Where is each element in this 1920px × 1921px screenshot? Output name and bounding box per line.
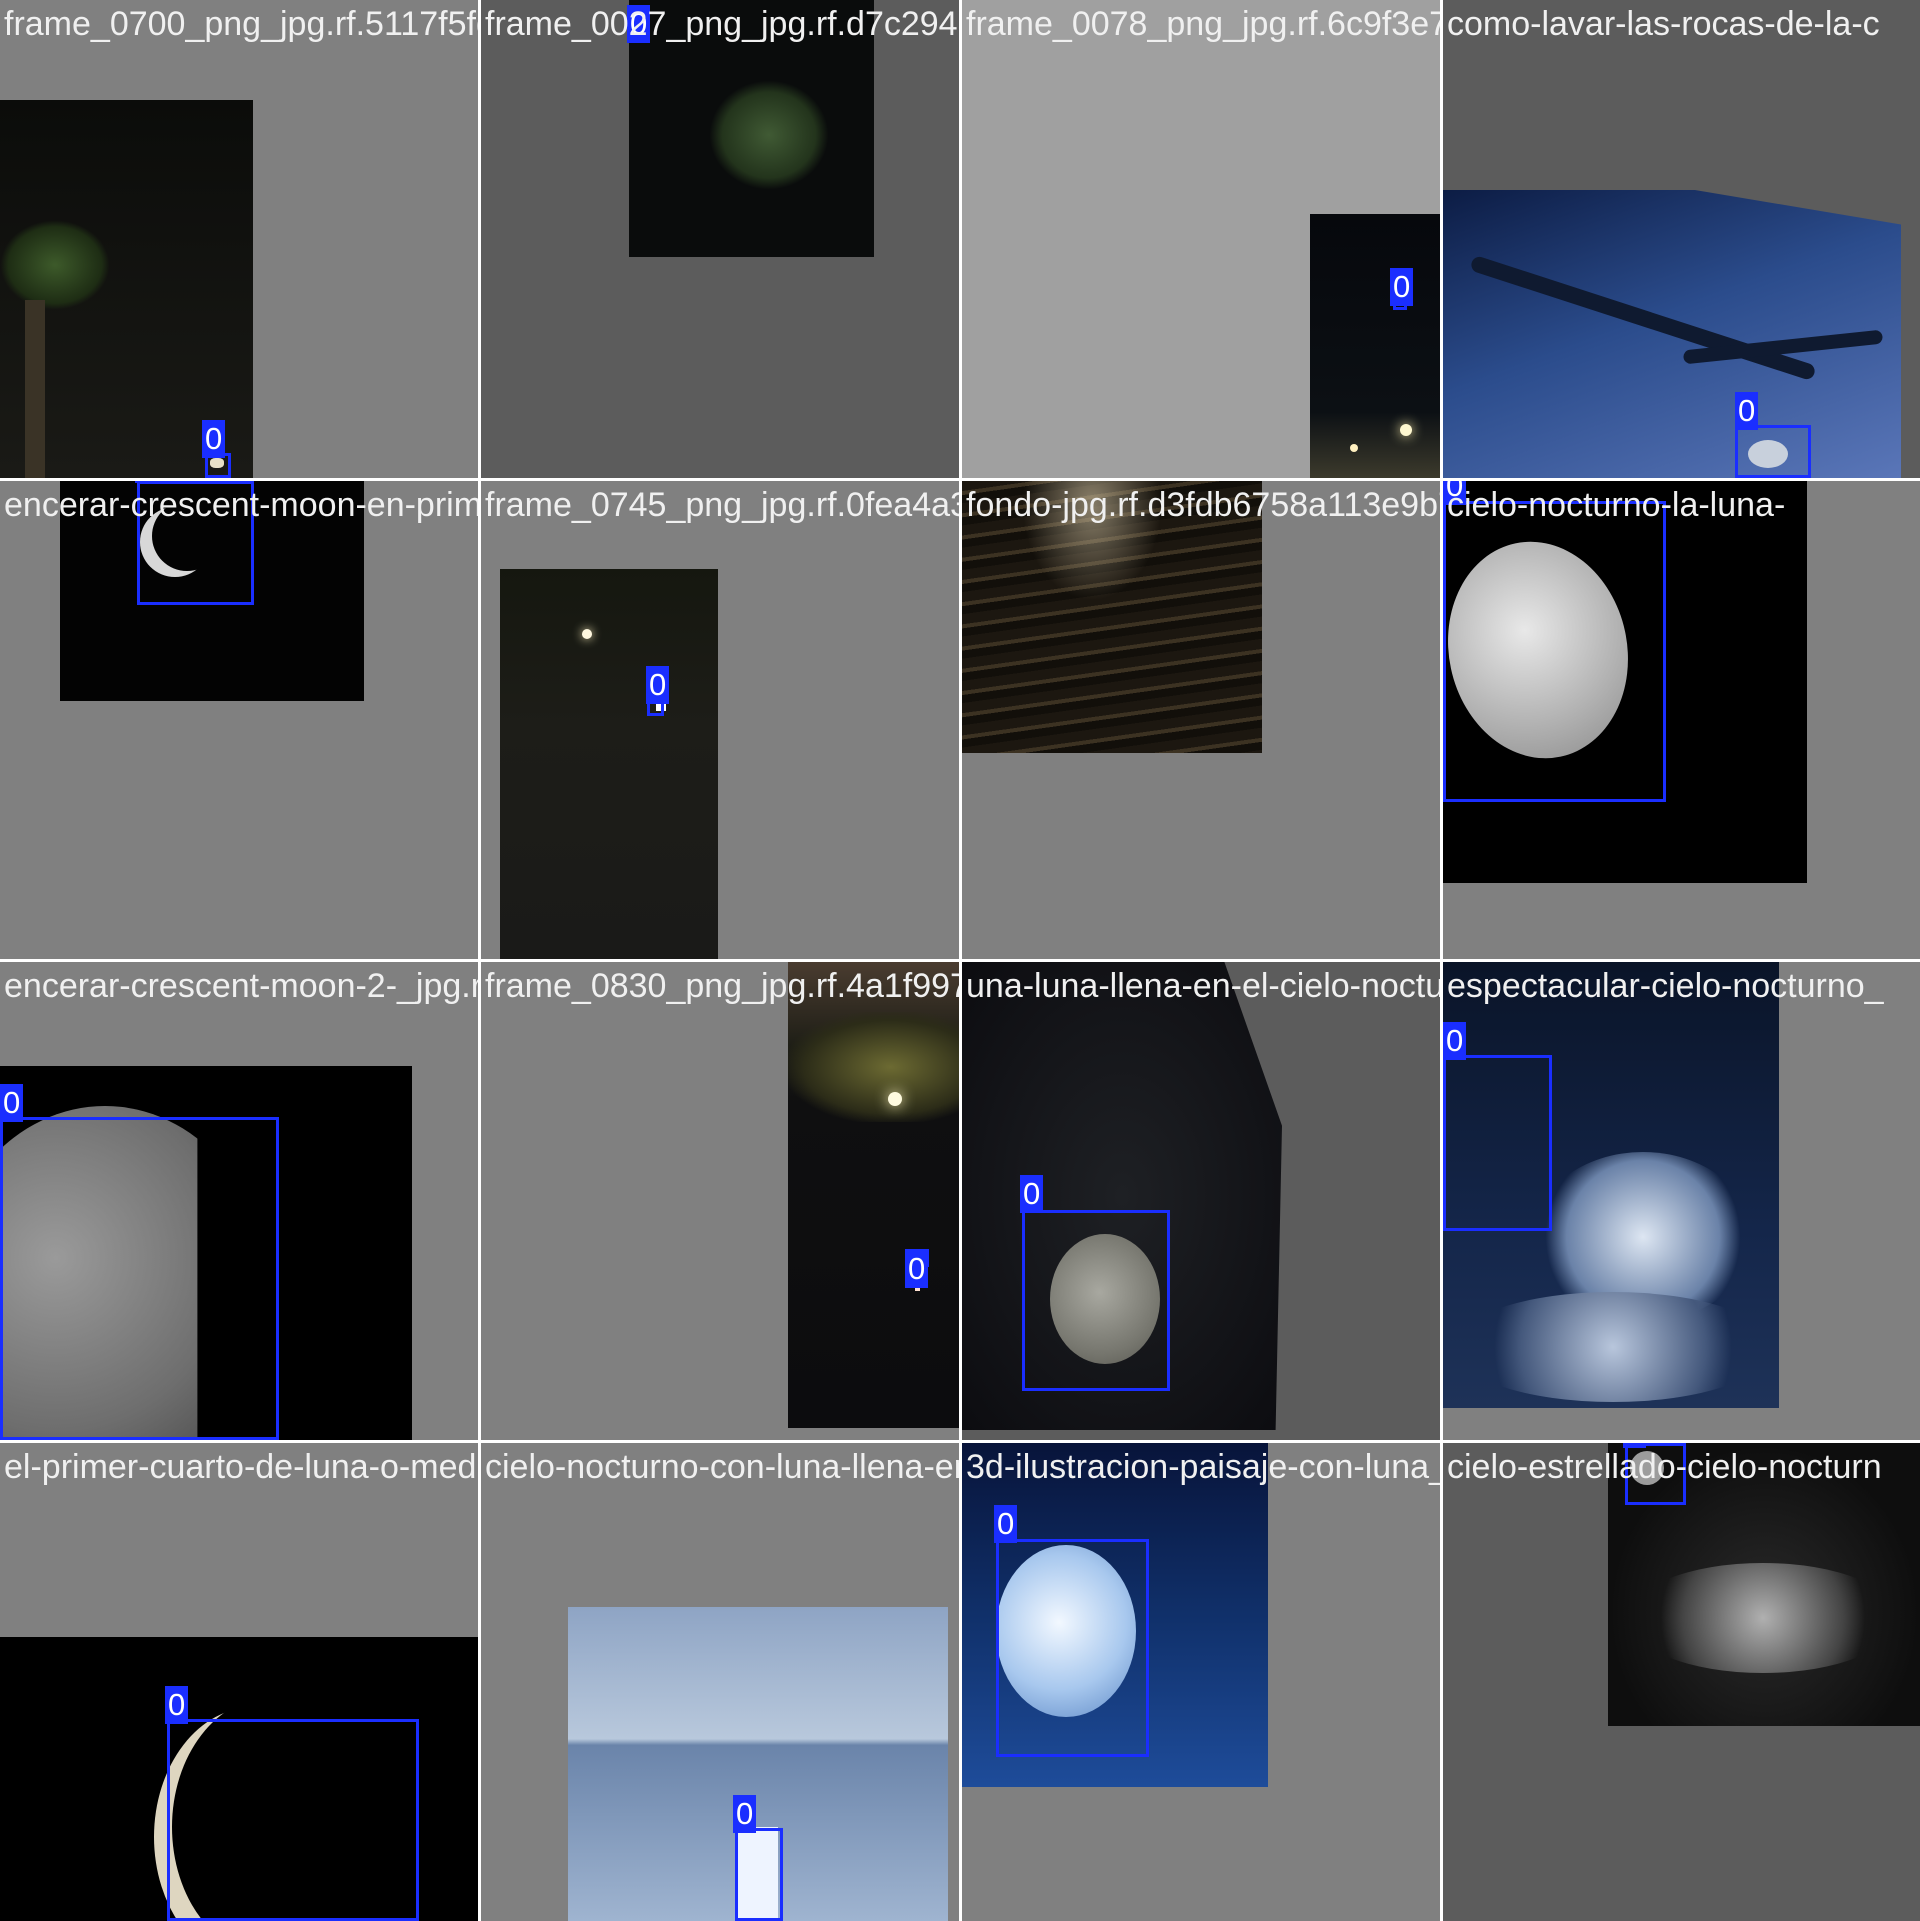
filename-label: frame_0700_png_jpg.rf.5117f5fd236036874a… xyxy=(4,5,478,43)
palm-fronds-image xyxy=(0,220,110,310)
detection-box xyxy=(1022,1210,1170,1391)
filename-label: frame_0830_png_jpg.rf.4a1f997edee59b9d xyxy=(485,967,959,1005)
light-reflection-image xyxy=(582,629,592,639)
tile: 0 cielo-nocturno-la-luna- xyxy=(1443,481,1920,959)
tile: 0 una-luna-llena-en-el-cielo-nocturno xyxy=(962,962,1440,1440)
tile: 0 encerar-crescent-moon-en-primer-plano-… xyxy=(0,481,478,959)
filename-label: cielo-nocturno-con-luna-llena-en-la-ba xyxy=(485,1448,959,1486)
cloud-streak-image xyxy=(1469,254,1817,382)
tree-foliage-image xyxy=(788,1012,959,1122)
detection-box xyxy=(1735,425,1811,478)
filename-label: el-primer-cuarto-de-luna-o-media-luna_j xyxy=(4,1448,478,1486)
filename-label: cielo-estrellado-cielo-nocturn xyxy=(1447,1448,1882,1486)
detection-box xyxy=(735,1828,783,1921)
tile: fondo-jpg.rf.d3fdb6758a113e9b7ae78bb1d9 xyxy=(962,481,1440,959)
class-label: 0 xyxy=(165,1686,189,1724)
detection-box xyxy=(996,1539,1149,1757)
night-street-photo xyxy=(1310,214,1440,478)
filename-label: cielo-nocturno-la-luna- xyxy=(1447,486,1786,524)
filename-label: frame_0745_png_jpg.rf.0fea4a3369dcf388 xyxy=(485,486,959,524)
filename-label: encerar-crescent-moon-2-_jpg.rf.6f8960 xyxy=(4,967,478,1005)
filename-label: frame_0078_png_jpg.rf.6c9f3e7ca75d4d2118 xyxy=(966,5,1440,43)
mosaic-grid: 0 frame_0700_png_jpg.rf.5117f5fd23603687… xyxy=(0,0,1920,1921)
class-label: 0 xyxy=(202,420,226,458)
detection-box xyxy=(1443,501,1666,802)
tile: 0 como-lavar-las-rocas-de-la-c xyxy=(1443,0,1920,478)
class-label: 0 xyxy=(1443,1022,1467,1060)
class-label: 0 xyxy=(733,1795,757,1833)
class-label: 0 xyxy=(905,1250,929,1288)
class-label: 0 xyxy=(1390,268,1414,306)
detection-box xyxy=(1443,1055,1552,1231)
filename-label: 3d-ilustracion-paisaje-con-luna_jpg.rf. xyxy=(966,1448,1440,1486)
cloud-image xyxy=(1628,1563,1898,1673)
filename-label: espectacular-cielo-nocturno_ xyxy=(1447,967,1884,1005)
reflection-water-photo xyxy=(500,569,718,959)
tile: 0 frame_0700_png_jpg.rf.5117f5fd23603687… xyxy=(0,0,478,478)
night-scene-lights-photo xyxy=(788,962,959,1428)
class-label: 0 xyxy=(135,481,159,483)
filename-label: como-lavar-las-rocas-de-la-c xyxy=(1447,5,1880,43)
tile: 0 frame_0027_png_jpg.rf.d7c294586a808aaf… xyxy=(481,0,959,478)
detection-box xyxy=(0,1117,279,1440)
tile: 0 cielo-nocturno-con-luna-llena-en-la-ba xyxy=(481,1443,959,1921)
tile: 0 3d-ilustracion-paisaje-con-luna_jpg.rf… xyxy=(962,1443,1440,1921)
street-light-image xyxy=(1350,444,1358,452)
palm-trunk-image xyxy=(25,300,45,478)
tile: 0 frame_0078_png_jpg.rf.6c9f3e7ca75d4d21… xyxy=(962,0,1440,478)
class-label: 0 xyxy=(1735,392,1759,430)
tile: 0 el-primer-cuarto-de-luna-o-media-luna_… xyxy=(0,1443,478,1921)
tile: 0 frame_0830_png_jpg.rf.4a1f997edee59b9d xyxy=(481,962,959,1440)
tile: 0 espectacular-cielo-nocturno_ xyxy=(1443,962,1920,1440)
class-label: 0 xyxy=(1020,1175,1044,1213)
blue-dusk-sky-photo xyxy=(1443,190,1901,478)
cloud-image xyxy=(1453,1292,1773,1402)
class-label: 0 xyxy=(994,1505,1018,1543)
detection-box xyxy=(167,1719,419,1921)
filename-label: fondo-jpg.rf.d3fdb6758a113e9b7ae78bb1d9 xyxy=(966,486,1440,524)
street-light-image xyxy=(888,1092,902,1106)
street-light-image xyxy=(1400,424,1412,436)
class-label: 0 xyxy=(646,666,670,704)
filename-label: frame_0027_png_jpg.rf.d7c294586a808aaf6c xyxy=(485,5,959,43)
tile: 0 cielo-estrellado-cielo-nocturn xyxy=(1443,1443,1920,1921)
filename-label: encerar-crescent-moon-en-primer-plano-a xyxy=(4,486,478,524)
tile: 0 frame_0745_png_jpg.rf.0fea4a3369dcf388 xyxy=(481,481,959,959)
class-label: 0 xyxy=(0,1084,24,1122)
palm-fronds-image xyxy=(709,80,829,190)
tile: 0 encerar-crescent-moon-2-_jpg.rf.6f8960 xyxy=(0,962,478,1440)
filename-label: una-luna-llena-en-el-cielo-nocturno xyxy=(966,967,1440,1005)
